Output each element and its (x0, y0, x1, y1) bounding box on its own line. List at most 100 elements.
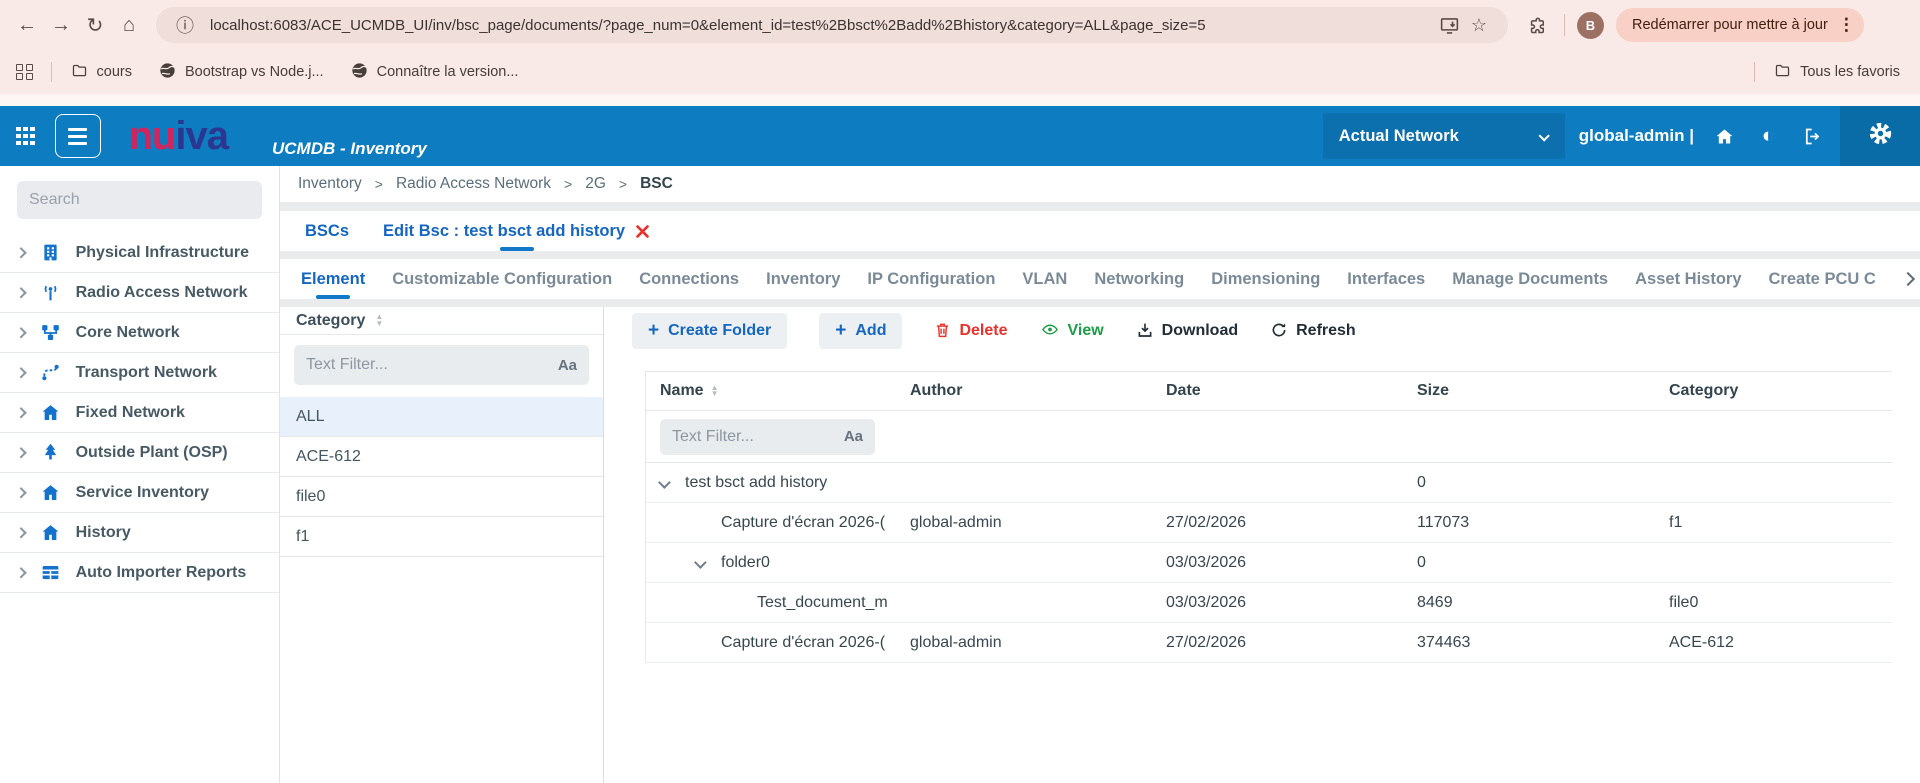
view-button[interactable]: View (1040, 321, 1104, 341)
tab-bscs[interactable]: BSCs (305, 211, 349, 251)
install-app-icon[interactable] (1434, 10, 1464, 40)
column-header-author[interactable]: Author (910, 382, 1166, 400)
network-selector[interactable]: Actual Network (1323, 113, 1565, 159)
sidebar-item-outside-plant-osp-[interactable]: Outside Plant (OSP) (0, 433, 279, 473)
expand-chevron-icon[interactable] (660, 474, 685, 492)
bookmark-item[interactable]: Connaître la version... (350, 61, 519, 84)
column-header-size[interactable]: Size (1417, 382, 1669, 400)
view-label: View (1068, 322, 1104, 340)
name-filter-input[interactable] (672, 428, 836, 446)
sidebar-item-core-network[interactable]: Core Network (0, 313, 279, 353)
sidebar-item-fixed-network[interactable]: Fixed Network (0, 393, 279, 433)
category-item[interactable]: file0 (280, 477, 603, 517)
tab-element[interactable]: Element (301, 259, 365, 299)
browser-menu-icon[interactable]: ⋮ (1838, 15, 1854, 35)
trash-icon (934, 321, 951, 342)
home-icon[interactable] (1702, 114, 1746, 158)
tab-connections[interactable]: Connections (639, 259, 739, 299)
contrast-icon[interactable]: ◐ (1746, 114, 1790, 158)
category-filter-input[interactable] (306, 356, 550, 374)
restart-update-button[interactable]: Redémarrer pour mettre à jour ⋮ (1616, 8, 1864, 42)
column-header-date[interactable]: Date (1166, 382, 1417, 400)
all-bookmarks-button[interactable]: Tous les favoris (1773, 62, 1900, 83)
category-filter[interactable]: Aa (294, 345, 589, 385)
tab-customizable-configuration[interactable]: Customizable Configuration (392, 259, 612, 299)
tab-edit-bsc-label: Edit Bsc : test bsct add history (383, 222, 625, 241)
sidebar-item-transport-network[interactable]: Transport Network (0, 353, 279, 393)
extensions-icon[interactable] (1522, 10, 1552, 40)
sidebar-item-service-inventory[interactable]: Service Inventory (0, 473, 279, 513)
gear-icon (1867, 120, 1894, 152)
category-item[interactable]: ACE-612 (280, 437, 603, 477)
bookmark-item[interactable]: cours (70, 62, 132, 83)
tab-create-pcu-c[interactable]: Create PCU C (1769, 259, 1876, 299)
logout-icon[interactable] (1790, 114, 1834, 158)
tab-edit-bsc[interactable]: Edit Bsc : test bsct add history (383, 211, 651, 251)
category-item[interactable]: f1 (280, 517, 603, 557)
category-item[interactable]: ALL (280, 397, 603, 437)
column-header-category[interactable]: Category (1669, 382, 1892, 400)
tab-ip-configuration[interactable]: IP Configuration (867, 259, 995, 299)
tab-manage-documents[interactable]: Manage Documents (1452, 259, 1608, 299)
breadcrumb-item[interactable]: Inventory (298, 175, 362, 193)
tab-interfaces[interactable]: Interfaces (1347, 259, 1425, 299)
tabs-overflow-chevron-icon[interactable] (1901, 272, 1915, 286)
table-header: Name ▲▼ Author Date Size Category (646, 371, 1892, 411)
sidebar-item-history[interactable]: History (0, 513, 279, 553)
tab-networking[interactable]: Networking (1094, 259, 1184, 299)
bookmark-item[interactable]: Bootstrap vs Node.j... (158, 61, 324, 84)
apps-grid-icon[interactable] (16, 64, 33, 81)
tab-asset-history[interactable]: Asset History (1635, 259, 1741, 299)
name-filter[interactable]: Aa (660, 419, 875, 455)
sort-icon[interactable]: ▲▼ (711, 385, 719, 398)
sidebar-item-physical-infrastructure[interactable]: Physical Infrastructure (0, 233, 279, 273)
search-input[interactable] (29, 191, 250, 209)
refresh-button[interactable]: Refresh (1270, 321, 1356, 342)
table-row[interactable]: Capture d'écran 2026-(global-admin27/02/… (646, 623, 1892, 663)
bookmark-star-icon[interactable]: ☆ (1464, 10, 1494, 40)
table-row[interactable]: Test_document_m03/03/20268469file0 (646, 583, 1892, 623)
table-row[interactable]: test bsct add history0 (646, 463, 1892, 503)
table-row[interactable]: Capture d'écran 2026-(global-admin27/02/… (646, 503, 1892, 543)
menu-toggle-button[interactable] (55, 114, 101, 158)
cell-date: 03/03/2026 (1166, 594, 1417, 612)
add-button[interactable]: + Add (819, 313, 902, 349)
sidebar-item-radio-access-network[interactable]: Radio Access Network (0, 273, 279, 313)
reload-icon[interactable]: ↻ (78, 8, 112, 42)
sidebar-item-auto-importer-reports[interactable]: Auto Importer Reports (0, 553, 279, 593)
url-bar[interactable]: ⓘ ☆ (156, 7, 1508, 43)
profile-avatar[interactable]: B (1577, 12, 1604, 39)
sidebar-search[interactable] (17, 181, 262, 219)
cell-name: Capture d'écran 2026-( (646, 514, 910, 532)
close-icon[interactable] (634, 223, 651, 240)
url-input[interactable] (210, 17, 1434, 34)
match-case-toggle[interactable]: Aa (550, 357, 577, 374)
forward-icon[interactable]: → (44, 8, 78, 42)
back-icon[interactable]: ← (10, 8, 44, 42)
element-tabs: Element Customizable Configuration Connect… (280, 259, 1920, 299)
table-row[interactable]: folder003/03/20260 (646, 543, 1892, 583)
site-info-icon[interactable]: ⓘ (170, 10, 200, 40)
eye-icon (1040, 321, 1060, 341)
tab-dimensioning[interactable]: Dimensioning (1211, 259, 1320, 299)
download-button[interactable]: Download (1136, 321, 1238, 342)
browser-home-icon[interactable]: ⌂ (112, 8, 146, 42)
chrome-right-cluster: B Redémarrer pour mettre à jour ⋮ (1522, 8, 1864, 42)
match-case-toggle[interactable]: Aa (836, 428, 863, 445)
app-launcher-icon[interactable] (16, 127, 35, 146)
tab-label: Interfaces (1347, 270, 1425, 289)
breadcrumb-item[interactable]: Radio Access Network (396, 175, 551, 193)
breadcrumb-item[interactable]: 2G (585, 175, 606, 193)
create-folder-button[interactable]: + Create Folder (632, 313, 787, 349)
plus-icon: + (835, 320, 846, 342)
column-header-name[interactable]: Name ▲▼ (646, 382, 910, 400)
tab-vlan[interactable]: VLAN (1022, 259, 1067, 299)
sort-icon[interactable]: ▲▼ (375, 314, 383, 327)
expand-chevron-icon[interactable] (696, 554, 721, 572)
category-header[interactable]: Category ▲▼ (280, 307, 603, 335)
breadcrumb-current: BSC (640, 175, 673, 193)
tab-inventory[interactable]: Inventory (766, 259, 840, 299)
tab-label: IP Configuration (867, 270, 995, 289)
settings-button[interactable] (1840, 106, 1920, 166)
delete-button[interactable]: Delete (934, 321, 1007, 342)
